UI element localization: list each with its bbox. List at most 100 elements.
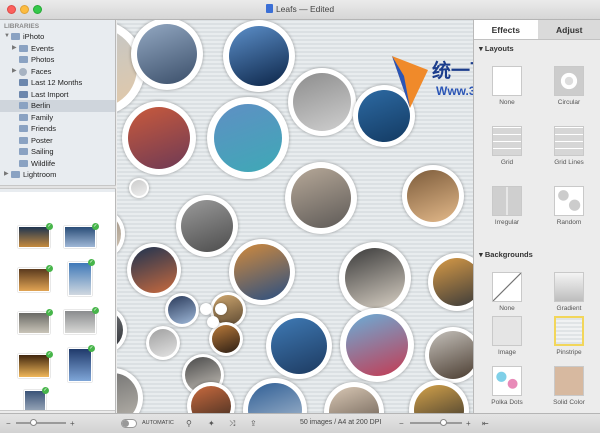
collage-photo-circle[interactable] xyxy=(285,162,357,234)
option-layouts-circular[interactable]: Circular xyxy=(538,66,600,106)
photo-image xyxy=(429,331,473,379)
option-backgrounds-pinstripe[interactable]: Pinstripe xyxy=(538,316,600,356)
empty-photo-placeholder[interactable] xyxy=(207,316,219,328)
sidebar-item-last-import[interactable]: Last Import xyxy=(0,89,115,101)
sidebar-item-poster[interactable]: Poster xyxy=(0,135,115,147)
fit-page-icon[interactable]: ⇤ xyxy=(482,419,489,428)
collage-photo-circle[interactable] xyxy=(409,380,469,413)
option-layouts-grid[interactable]: Grid xyxy=(476,126,538,166)
sidebar-item-faces[interactable]: ▶ Faces xyxy=(0,66,115,78)
collage-photo-circle[interactable] xyxy=(402,165,464,227)
collage-photo-circle[interactable] xyxy=(340,308,414,382)
sidebar-item-wildlife[interactable]: Wildlife xyxy=(0,158,115,170)
album-icon xyxy=(19,148,28,155)
sidebar-item-berlin[interactable]: Berlin xyxy=(0,100,115,112)
sidebar-item-family[interactable]: Family xyxy=(0,112,115,124)
automatic-toggle[interactable] xyxy=(121,419,137,428)
option-layouts-irregular[interactable]: Irregular xyxy=(476,186,538,226)
option-backgrounds-solid-color[interactable]: Solid Color xyxy=(538,366,600,406)
photo-thumbnail[interactable]: ✓ xyxy=(68,345,95,382)
empty-photo-placeholder[interactable] xyxy=(215,303,227,315)
album-icon xyxy=(19,159,28,167)
gradient-preview-icon xyxy=(554,272,584,302)
disclosure-triangle-icon[interactable]: ▶ xyxy=(12,66,17,78)
tab-adjust[interactable]: Adjust xyxy=(537,20,600,39)
collage-photo-circle[interactable] xyxy=(129,178,149,198)
sidebar-item-lightroom[interactable]: ▶ Lightroom xyxy=(0,169,115,181)
disclosure-triangle-icon[interactable]: ▶ xyxy=(4,169,9,181)
title-bar: Leafs — Edited xyxy=(0,0,600,20)
sidebar-item-iphoto[interactable]: ▼ iPhoto xyxy=(0,31,115,43)
random-preview-icon xyxy=(554,186,584,216)
collage-photo-circle[interactable] xyxy=(117,208,125,260)
sidebar-item-last-12-months[interactable]: Last 12 Months xyxy=(0,77,115,89)
disclosure-triangle-icon[interactable]: ▶ xyxy=(12,43,17,55)
sidebar-item-friends[interactable]: Friends xyxy=(0,123,115,135)
panel-zoom-slider[interactable] xyxy=(410,419,462,426)
zoom-slider-knob[interactable] xyxy=(30,419,37,426)
sidebar-item-sailing[interactable]: Sailing xyxy=(0,146,115,158)
magic-wand-icon[interactable]: ✦ xyxy=(208,419,215,428)
collage-photo-circle[interactable] xyxy=(266,313,332,379)
share-icon[interactable]: ⇪ xyxy=(250,419,257,428)
option-layouts-random[interactable]: Random xyxy=(538,186,600,226)
option-layouts-none[interactable]: None xyxy=(476,66,538,106)
sidebar-splitter[interactable] xyxy=(0,185,116,189)
collage-photo-circle[interactable] xyxy=(127,243,181,297)
option-label: Solid Color xyxy=(553,399,585,406)
collage-photo-circle[interactable] xyxy=(324,382,384,413)
collage-photo-circle[interactable] xyxy=(146,326,180,360)
collage-photo-circle[interactable] xyxy=(131,20,203,90)
collage-photo-circle[interactable] xyxy=(117,306,127,354)
section-title: Layouts xyxy=(484,44,514,53)
empty-photo-placeholder[interactable] xyxy=(200,303,212,315)
collage-photo-circle[interactable] xyxy=(428,253,473,311)
section-title: Backgrounds xyxy=(484,250,533,259)
checkmark-icon: ✓ xyxy=(46,223,53,230)
photo-thumbnail[interactable]: ✓ xyxy=(64,307,99,334)
option-label: Circular xyxy=(557,99,581,106)
photo-thumbnail[interactable]: ✓ xyxy=(68,259,95,296)
option-layouts-grid-lines[interactable]: Grid Lines xyxy=(538,126,600,166)
option-backgrounds-polka-dots[interactable]: Polka Dots xyxy=(476,366,538,406)
photo-thumbnail[interactable]: ✓ xyxy=(18,309,53,334)
collage-photo-circle[interactable] xyxy=(207,97,289,179)
section-header-backgrounds[interactable]: ▾ Backgrounds xyxy=(479,250,533,259)
panel-zoom-out-icon[interactable]: − xyxy=(399,419,404,428)
collage-photo-circle[interactable] xyxy=(117,368,143,413)
panel-zoom-knob[interactable] xyxy=(440,419,447,426)
photo-thumbnail[interactable]: ✓ xyxy=(18,223,53,248)
tab-effects[interactable]: Effects xyxy=(474,20,538,39)
photo-thumbnail[interactable]: ✓ xyxy=(64,223,99,248)
option-label: Image xyxy=(497,349,517,356)
option-backgrounds-image[interactable]: Image xyxy=(476,316,538,356)
sidebar-item-label: Last 12 Months xyxy=(31,78,83,87)
collage-photo-circle[interactable] xyxy=(339,242,411,314)
collage-photo-circle[interactable] xyxy=(223,20,295,92)
panel-zoom-in-icon[interactable]: + xyxy=(466,419,471,428)
zoom-in-icon[interactable]: + xyxy=(70,419,75,428)
option-backgrounds-gradient[interactable]: Gradient xyxy=(538,272,600,312)
collage-photo-circle[interactable] xyxy=(288,68,356,136)
zoom-out-icon[interactable]: − xyxy=(6,419,11,428)
photo-image xyxy=(329,387,379,413)
source-list: LIBRARIES ▼ iPhoto ▶ Events Photos ▶ Faces Last… xyxy=(0,20,115,185)
collage-photo-circle[interactable] xyxy=(425,327,473,383)
photo-image xyxy=(414,385,464,413)
zoom-slider[interactable] xyxy=(16,419,66,426)
sidebar-item-photos[interactable]: Photos xyxy=(0,54,115,66)
disclosure-triangle-icon[interactable]: ▼ xyxy=(4,31,10,43)
photo-thumbnail[interactable]: ✓ xyxy=(18,351,53,378)
collage-photo-circle[interactable] xyxy=(243,378,307,413)
collage-photo-circle[interactable] xyxy=(122,101,196,175)
option-backgrounds-none[interactable]: None xyxy=(476,272,538,312)
tools-icon[interactable]: ⚲ xyxy=(186,419,192,428)
photo-thumbnail[interactable]: ✓ xyxy=(18,265,53,292)
collage-photo-circle[interactable] xyxy=(176,195,238,257)
collage-photo-circle[interactable] xyxy=(165,293,199,327)
photo-image xyxy=(181,200,233,252)
section-header-layouts[interactable]: ▾ Layouts xyxy=(479,44,514,53)
sidebar-item-events[interactable]: ▶ Events xyxy=(0,43,115,55)
shuffle-icon[interactable]: ⤨ xyxy=(229,419,235,429)
checkmark-icon: ✓ xyxy=(88,345,95,352)
